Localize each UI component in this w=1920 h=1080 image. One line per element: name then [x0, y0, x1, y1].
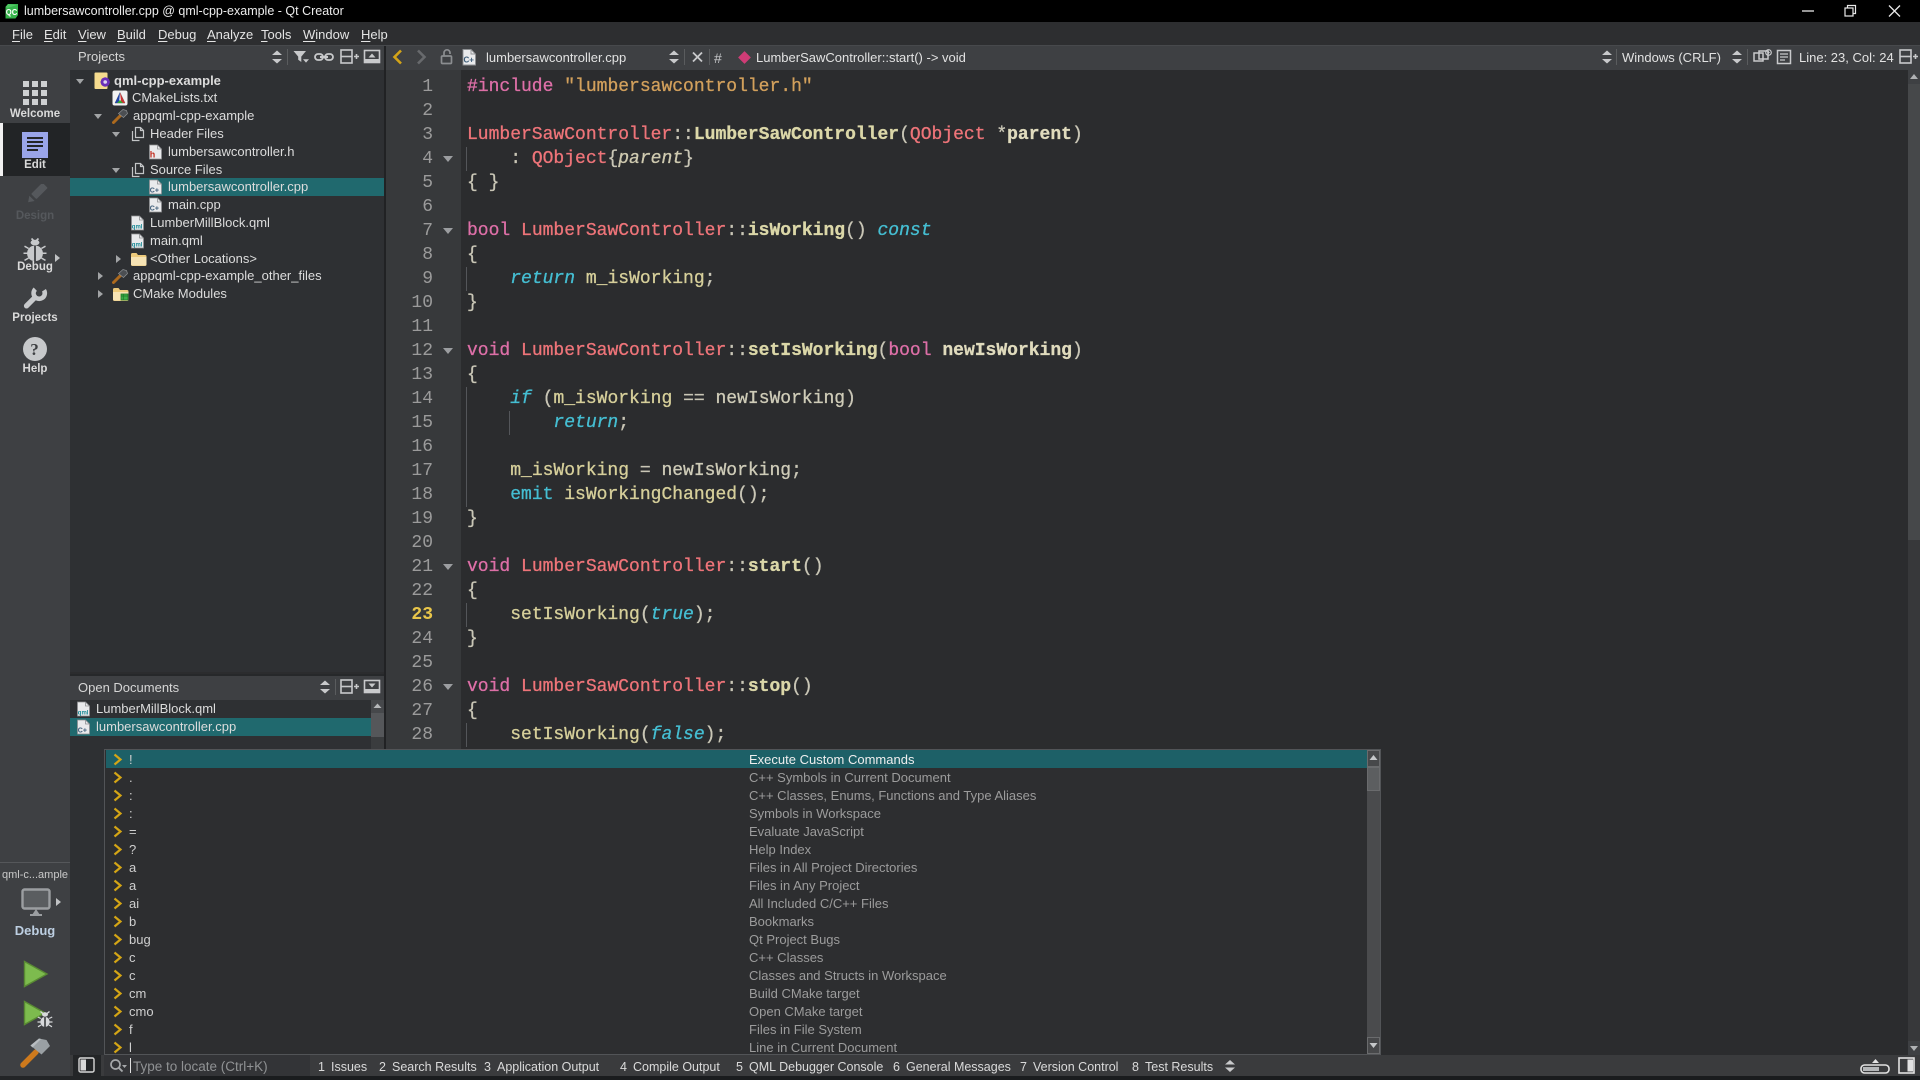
svg-text:?: ? — [30, 340, 39, 359]
svg-text:qml: qml — [78, 711, 89, 717]
svg-text:C+: C+ — [150, 188, 159, 195]
svg-text:C+: C+ — [78, 728, 87, 735]
svg-text:h: h — [150, 150, 156, 160]
svg-text:C+: C+ — [150, 206, 159, 213]
svg-text:C+: C+ — [464, 56, 475, 65]
svg-text:qml: qml — [132, 225, 143, 231]
svg-text:qml: qml — [132, 243, 143, 249]
svg-text:QC: QC — [6, 8, 18, 17]
